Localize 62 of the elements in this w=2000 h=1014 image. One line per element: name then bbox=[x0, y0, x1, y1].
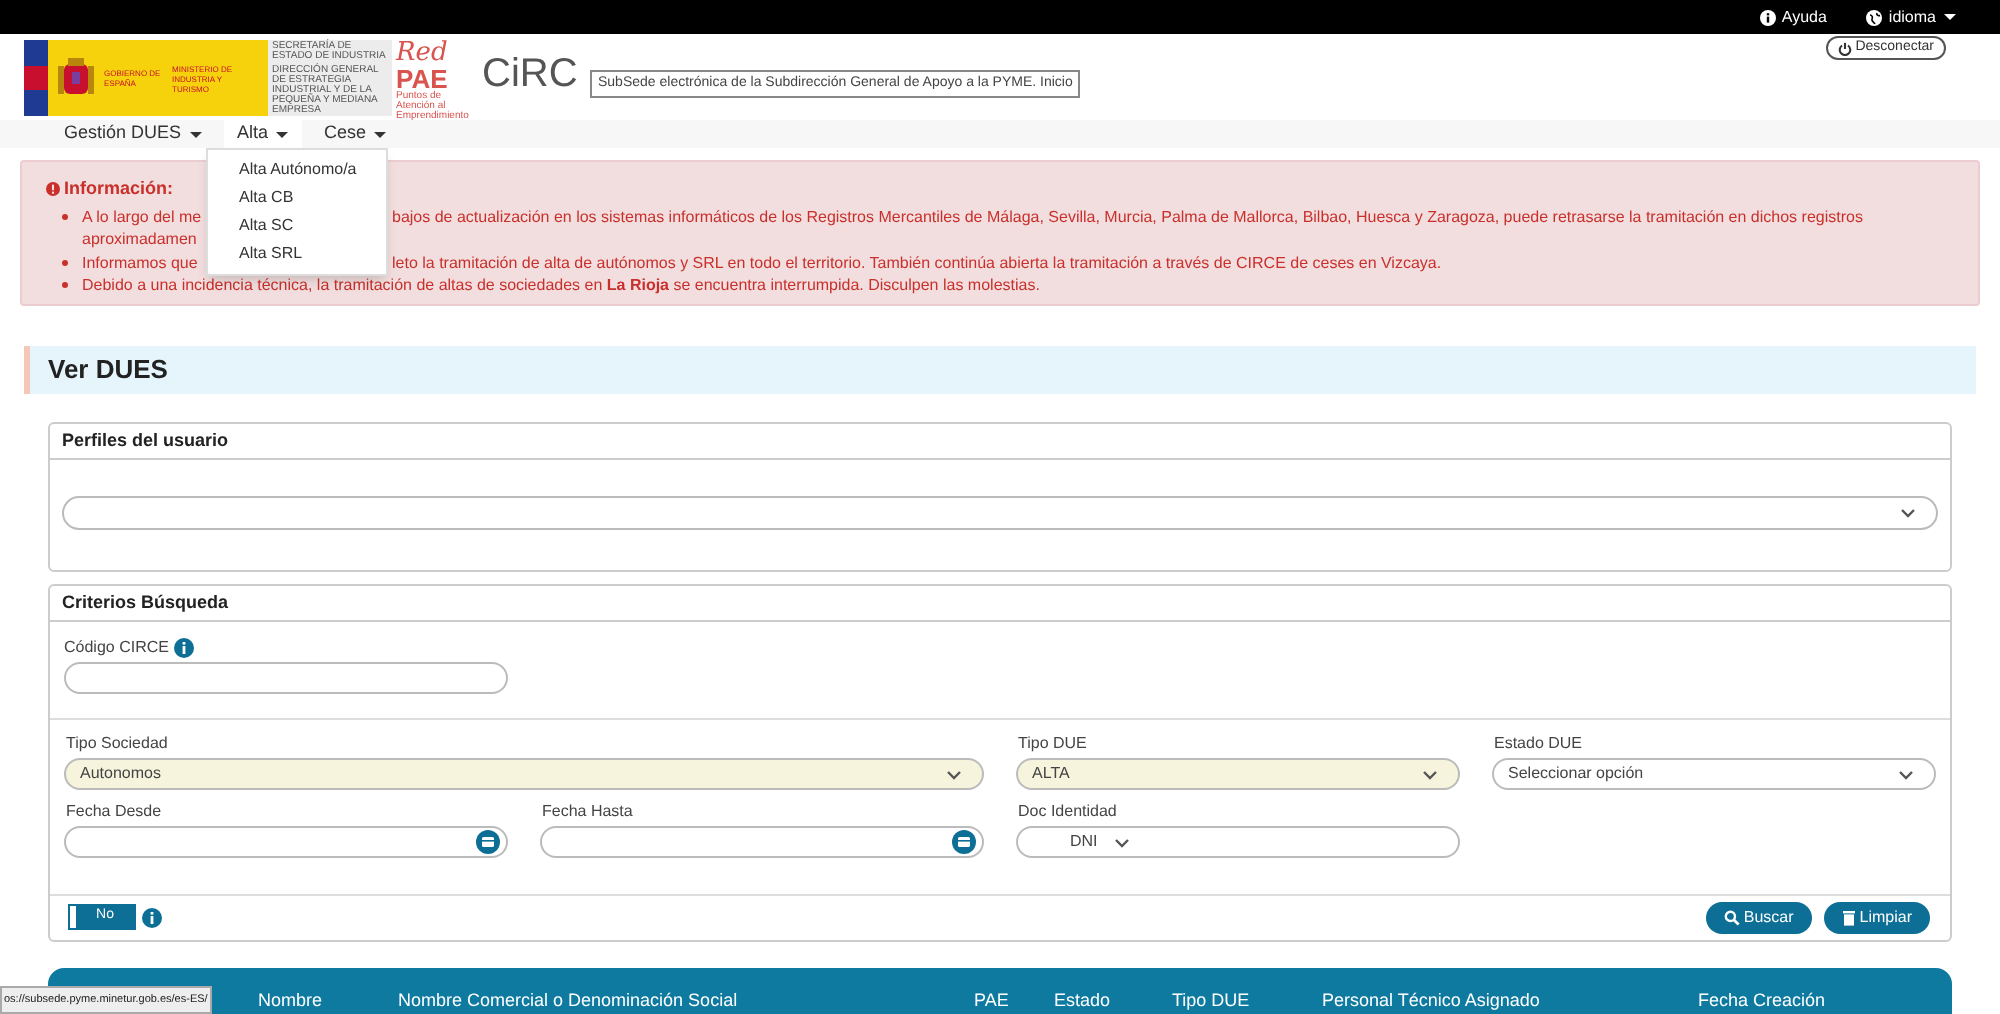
bullet-icon bbox=[62, 282, 68, 288]
field-label: Fecha Desde bbox=[64, 800, 164, 822]
alert-text: leto la tramitación de alta de autónomos y SRL en todo el territorio. También continúa abierta la tramitación a través de CIRCE de ceses en Vizcaya. bbox=[392, 251, 1444, 274]
field-label: Estado DUE bbox=[1492, 732, 1585, 754]
circe-logo: CiRC bbox=[482, 52, 578, 96]
panel-title: Perfiles del usuario bbox=[62, 427, 229, 454]
column-header: Estado bbox=[1054, 988, 1113, 1014]
column-header: Fecha Creación bbox=[1698, 988, 1828, 1014]
alert-text: Debido a una incidencia técnica, la tramitación de altas de sociedades en La Rioja se encuentra interrumpida. Disculpen las molestias. bbox=[82, 276, 1040, 294]
alert-text: aproximadamen bbox=[82, 230, 197, 248]
calendar-icon[interactable] bbox=[952, 830, 976, 854]
menu-item[interactable]: Alta SRL bbox=[207, 240, 386, 268]
info-icon bbox=[174, 638, 195, 658]
field-label: Código CIRCE bbox=[64, 636, 169, 660]
page-title: Ver DUES bbox=[48, 352, 168, 389]
field-label: Doc Identidad bbox=[1016, 800, 1119, 822]
nav-menu[interactable]: Gestión DUES bbox=[50, 120, 216, 148]
search-button[interactable]: Buscar bbox=[1705, 901, 1812, 933]
power-icon bbox=[1837, 41, 1852, 55]
menu-item[interactable]: Alta CB bbox=[207, 184, 386, 212]
alert-title: Información: bbox=[64, 176, 174, 202]
top-link[interactable]: Ayuda bbox=[1759, 5, 1827, 29]
clear-button[interactable]: Limpiar bbox=[1823, 901, 1930, 933]
column-header: Nombre Comercial o Denominación Social bbox=[398, 988, 740, 1014]
document-type-select[interactable]: DNI bbox=[1070, 830, 1130, 854]
column-header: PAE bbox=[974, 988, 1011, 1014]
date-field[interactable] bbox=[64, 826, 508, 858]
chevron-icon bbox=[1422, 769, 1438, 779]
panel-title: Criterios Búsqueda bbox=[62, 589, 229, 616]
trash-icon bbox=[1841, 909, 1856, 925]
menu-item[interactable]: Alta SC bbox=[207, 212, 386, 240]
alert-text: bajos de actualización en los sistemas informáticos de los Registros Mercantiles de Málaga, Sevilla, Murcia, Palma de Mallorca, Bilbao, Huesca y Zaragoza, puede retrasarse la tramitación en dichos registros bbox=[392, 205, 1865, 228]
search-icon bbox=[1723, 909, 1740, 925]
select-field[interactable]: Seleccionar opción bbox=[1492, 758, 1936, 790]
date-field[interactable] bbox=[540, 826, 984, 858]
nav-menu[interactable]: Cese bbox=[310, 120, 401, 148]
field-label: Fecha Hasta bbox=[540, 800, 635, 822]
select-field[interactable]: Autonomos bbox=[64, 758, 984, 790]
calendar-icon[interactable] bbox=[476, 830, 500, 854]
chevron-icon bbox=[1898, 769, 1914, 779]
help-icon bbox=[1759, 9, 1776, 25]
bullet-icon bbox=[62, 259, 68, 265]
alert-text: Informamos que bbox=[82, 253, 198, 271]
alert-text: A lo largo del me bbox=[82, 207, 202, 225]
field-label: Tipo Sociedad bbox=[64, 732, 170, 754]
code-input[interactable] bbox=[64, 662, 508, 694]
chevron-icon bbox=[946, 769, 962, 779]
column-header: Nombre bbox=[258, 988, 325, 1014]
menu-item[interactable]: Alta Autónomo/a bbox=[207, 156, 386, 184]
info-icon bbox=[142, 907, 162, 927]
select-field[interactable]: ALTA bbox=[1016, 758, 1460, 790]
chevron-icon bbox=[1900, 508, 1916, 518]
top-link[interactable]: idioma bbox=[1866, 5, 1956, 29]
nav-menu[interactable]: Alta bbox=[223, 120, 303, 148]
column-header: Personal Técnico Asignado bbox=[1322, 988, 1542, 1014]
document-field[interactable]: DNI bbox=[1016, 826, 1460, 858]
alert-icon bbox=[46, 182, 60, 197]
bullet-icon bbox=[62, 213, 68, 219]
chevron-icon bbox=[1113, 837, 1130, 847]
field-label: Tipo DUE bbox=[1016, 732, 1089, 754]
globe-icon bbox=[1866, 9, 1883, 25]
column-header: Tipo DUE bbox=[1172, 988, 1252, 1014]
